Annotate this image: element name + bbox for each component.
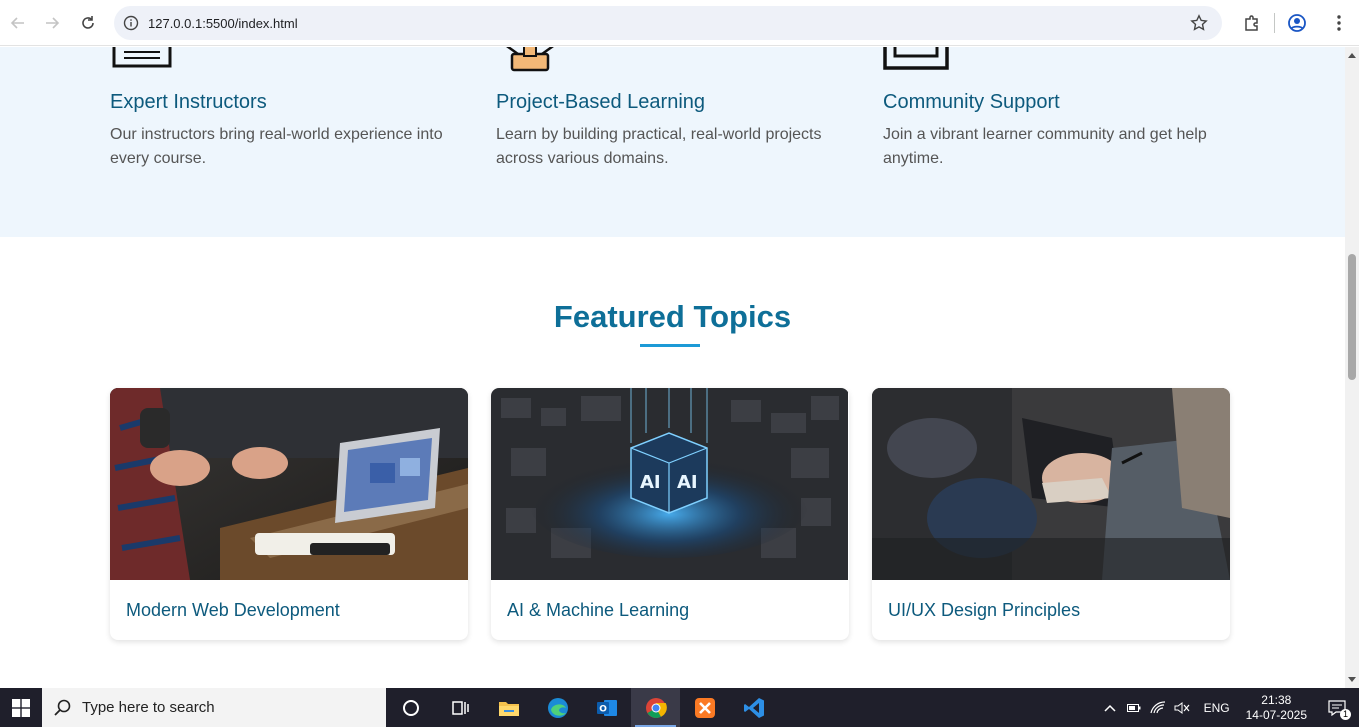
ai-chip-photo: AI AI (491, 388, 849, 580)
reload-button[interactable] (70, 5, 106, 41)
features-section: Expert Instructors Our instructors bring… (0, 47, 1345, 237)
heading-underline (640, 344, 700, 347)
clock-time: 21:38 (1261, 692, 1292, 707)
reload-icon (82, 16, 94, 29)
profile-icon[interactable] (1275, 0, 1319, 46)
volume-muted-icon[interactable] (1170, 701, 1194, 715)
learner-icon (496, 47, 856, 77)
scrollbar-thumb[interactable] (1348, 254, 1356, 380)
svg-text:AI: AI (640, 472, 661, 493)
windows-taskbar: Type here to search O ENG 21:38 14-07-20… (0, 688, 1359, 727)
scroll-down-arrow-icon[interactable] (1348, 677, 1356, 682)
menu-kebab-icon[interactable] (1319, 0, 1359, 46)
feature-title: Community Support (883, 91, 1060, 113)
card-title[interactable]: AI & Machine Learning (507, 600, 689, 621)
url-text: 127.0.0.1:5500/index.html (148, 15, 298, 31)
back-arrow-icon (10, 17, 24, 29)
site-info-icon[interactable] (114, 15, 148, 31)
page-viewport: Expert Instructors Our instructors bring… (0, 47, 1345, 688)
feature-title: Project-Based Learning (496, 91, 706, 113)
notification-center-icon[interactable]: 1 (1315, 699, 1359, 720)
featured-topics-heading: Featured Topics (553, 299, 792, 334)
back-button[interactable] (0, 5, 36, 41)
notes-audience-photo (872, 388, 1230, 580)
vscode-icon[interactable] (729, 688, 778, 727)
taskbar-search-box[interactable]: Type here to search (42, 688, 386, 727)
topic-card-uiux[interactable]: UI/UX Design Principles (872, 388, 1230, 640)
svg-text:AI: AI (677, 472, 698, 493)
cortana-icon[interactable] (386, 688, 435, 727)
card-title[interactable]: Modern Web Development (126, 600, 340, 621)
laptop-meeting-photo (110, 388, 468, 580)
browser-toolbar: 127.0.0.1:5500/index.html (0, 0, 1359, 46)
clock-date: 14-07-2025 (1245, 707, 1307, 722)
page-scrollbar[interactable] (1345, 47, 1359, 688)
feature-description: Our instructors bring real-world experie… (110, 126, 443, 167)
feature-description: Learn by building practical, real-world … (496, 126, 822, 167)
outlook-icon[interactable]: O (582, 688, 631, 727)
feature-title: Expert Instructors (110, 91, 267, 113)
scroll-up-arrow-icon[interactable] (1348, 53, 1356, 58)
feature-expert-instructors: Expert Instructors Our instructors bring… (110, 47, 470, 171)
forward-arrow-icon (46, 17, 60, 29)
search-placeholder: Type here to search (82, 699, 215, 716)
notification-badge: 1 (1339, 708, 1351, 720)
show-hidden-icons-chevron-icon[interactable] (1098, 704, 1122, 712)
language-indicator[interactable]: ENG (1204, 701, 1230, 715)
feature-description: Join a vibrant learner community and get… (883, 126, 1207, 167)
xampp-icon[interactable] (680, 688, 729, 727)
certificate-icon (110, 47, 470, 77)
feature-project-based-learning: Project-Based Learning Learn by building… (496, 47, 856, 171)
address-bar[interactable]: 127.0.0.1:5500/index.html (114, 6, 1222, 40)
feature-community-support: Community Support Join a vibrant learner… (883, 47, 1243, 171)
bookmark-star-icon[interactable] (1190, 14, 1208, 37)
forward-button[interactable] (34, 5, 70, 41)
community-box-icon (883, 47, 1243, 77)
edge-browser-icon[interactable] (533, 688, 582, 727)
wifi-icon[interactable] (1146, 700, 1170, 715)
file-explorer-icon[interactable] (484, 688, 533, 727)
system-tray: ENG 21:38 14-07-2025 1 (1098, 688, 1359, 727)
svg-text:O: O (599, 704, 607, 714)
task-view-icon[interactable] (435, 688, 484, 727)
battery-icon[interactable] (1122, 703, 1146, 713)
chrome-icon[interactable] (631, 688, 680, 727)
search-icon (54, 699, 71, 716)
card-title[interactable]: UI/UX Design Principles (888, 600, 1080, 621)
clock[interactable]: 21:38 14-07-2025 (1246, 693, 1307, 723)
extensions-icon[interactable] (1230, 0, 1274, 46)
topic-card-web-dev[interactable]: Modern Web Development (110, 388, 468, 640)
topic-card-ai-ml[interactable]: AI AI AI & Machine Learning (491, 388, 849, 640)
windows-start-icon[interactable] (0, 688, 42, 727)
